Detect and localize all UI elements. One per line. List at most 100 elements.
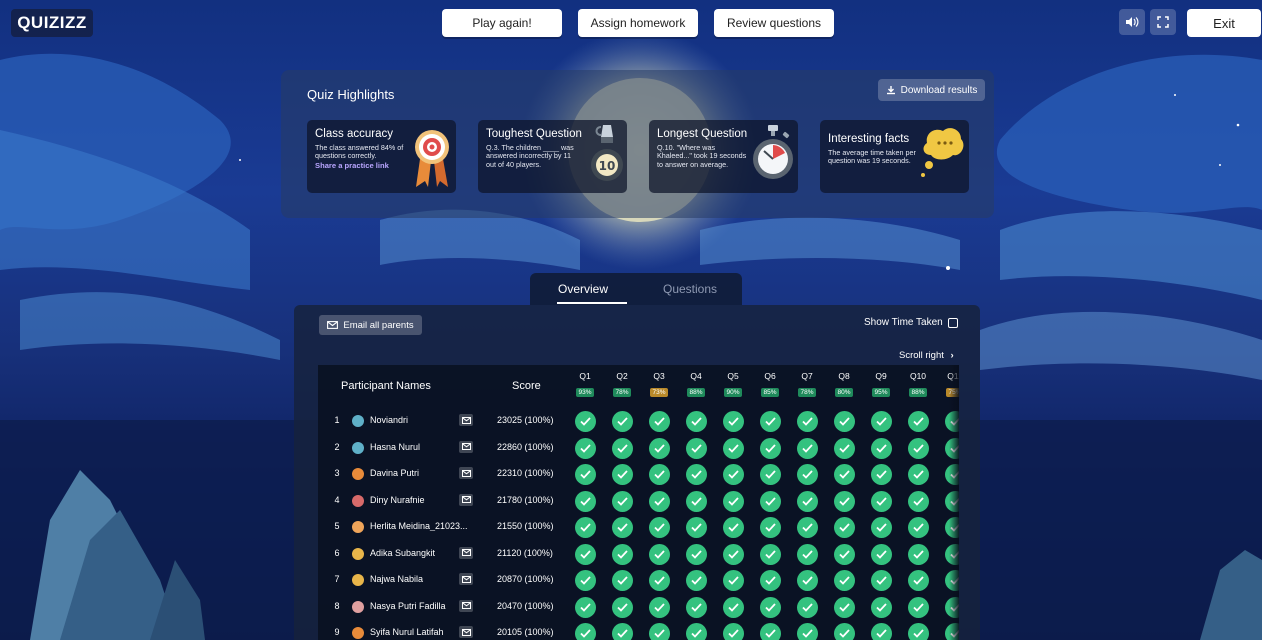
correct-answer-icon[interactable] bbox=[686, 411, 707, 432]
correct-answer-icon[interactable] bbox=[908, 596, 929, 618]
correct-answer-icon[interactable] bbox=[760, 464, 781, 485]
correct-answer-icon[interactable] bbox=[871, 437, 892, 459]
correct-answer-icon[interactable] bbox=[723, 570, 744, 591]
correct-answer-icon[interactable] bbox=[871, 543, 892, 565]
correct-answer-icon[interactable] bbox=[649, 517, 670, 538]
correct-answer-icon[interactable] bbox=[797, 596, 818, 618]
correct-answer-icon[interactable] bbox=[575, 623, 596, 640]
correct-answer-icon[interactable] bbox=[871, 623, 892, 640]
fullscreen-button[interactable] bbox=[1150, 9, 1176, 35]
tab-questions[interactable]: Questions bbox=[663, 282, 717, 296]
correct-answer-icon[interactable] bbox=[871, 490, 892, 512]
correct-answer-icon[interactable] bbox=[649, 623, 670, 640]
question-column-header[interactable]: Q10 88% bbox=[903, 371, 933, 399]
correct-answer-icon[interactable] bbox=[686, 623, 707, 640]
correct-answer-icon[interactable] bbox=[686, 570, 707, 591]
correct-answer-icon[interactable] bbox=[649, 543, 670, 565]
correct-answer-icon[interactable] bbox=[723, 517, 744, 538]
correct-answer-icon[interactable] bbox=[723, 411, 744, 432]
correct-answer-icon[interactable] bbox=[871, 570, 892, 591]
correct-answer-icon[interactable] bbox=[797, 411, 818, 432]
correct-answer-icon[interactable] bbox=[575, 596, 596, 618]
correct-answer-icon[interactable] bbox=[834, 490, 855, 512]
correct-answer-icon[interactable] bbox=[797, 490, 818, 512]
download-results-button[interactable]: Download results bbox=[878, 79, 985, 101]
correct-answer-icon[interactable] bbox=[797, 464, 818, 485]
show-time-taken-toggle[interactable]: Show Time Taken bbox=[864, 317, 958, 328]
correct-answer-icon[interactable] bbox=[760, 437, 781, 459]
email-parent-button[interactable] bbox=[459, 626, 473, 638]
correct-answer-icon[interactable] bbox=[834, 543, 855, 565]
correct-answer-icon[interactable] bbox=[834, 623, 855, 640]
correct-answer-icon[interactable] bbox=[612, 570, 633, 591]
correct-answer-icon[interactable] bbox=[649, 490, 670, 512]
table-row[interactable]: 7 Najwa Nabila 20870 (100%) bbox=[318, 567, 959, 594]
correct-answer-icon[interactable] bbox=[649, 596, 670, 618]
correct-answer-icon[interactable] bbox=[908, 623, 929, 640]
correct-answer-icon[interactable] bbox=[908, 437, 929, 459]
question-column-header[interactable]: Q3 73% bbox=[644, 371, 674, 399]
correct-answer-icon[interactable] bbox=[612, 596, 633, 618]
email-parent-button[interactable] bbox=[459, 573, 473, 585]
table-row[interactable]: 9 Syifa Nurul Latifah 20105 (100%) bbox=[318, 620, 959, 640]
email-parent-button[interactable] bbox=[459, 414, 473, 426]
question-column-header[interactable]: Q8 80% bbox=[829, 371, 859, 399]
participant-name[interactable]: Herlita Meidina_21023... bbox=[370, 521, 480, 531]
correct-answer-icon[interactable] bbox=[723, 596, 744, 618]
correct-answer-icon[interactable] bbox=[834, 570, 855, 591]
correct-answer-icon[interactable] bbox=[871, 411, 892, 432]
question-column-header[interactable]: Q7 78% bbox=[792, 371, 822, 399]
review-questions-button[interactable]: Review questions bbox=[714, 9, 834, 37]
correct-answer-icon[interactable] bbox=[797, 570, 818, 591]
correct-answer-icon[interactable] bbox=[575, 437, 596, 459]
correct-answer-icon[interactable] bbox=[760, 490, 781, 512]
question-column-header[interactable]: Q4 88% bbox=[681, 371, 711, 399]
correct-answer-icon[interactable] bbox=[686, 596, 707, 618]
table-row[interactable]: 5 Herlita Meidina_21023... 21550 (100%) bbox=[318, 514, 959, 541]
correct-answer-icon[interactable] bbox=[612, 437, 633, 459]
exit-button[interactable]: Exit bbox=[1187, 9, 1261, 37]
correct-answer-icon[interactable] bbox=[649, 437, 670, 459]
play-again-button[interactable]: Play again! bbox=[442, 9, 562, 37]
correct-answer-icon[interactable] bbox=[908, 490, 929, 512]
table-row[interactable]: 6 Adika Subangkit 21120 (100%) bbox=[318, 541, 959, 568]
correct-answer-icon[interactable] bbox=[575, 543, 596, 565]
correct-answer-icon[interactable] bbox=[575, 517, 596, 538]
correct-answer-icon[interactable] bbox=[612, 411, 633, 432]
correct-answer-icon[interactable] bbox=[908, 411, 929, 432]
scroll-right-button[interactable]: Scroll right › bbox=[899, 350, 954, 361]
correct-answer-icon[interactable] bbox=[612, 517, 633, 538]
correct-answer-icon[interactable] bbox=[908, 517, 929, 538]
correct-answer-icon[interactable] bbox=[612, 490, 633, 512]
email-all-parents-button[interactable]: Email all parents bbox=[319, 315, 422, 335]
email-parent-button[interactable] bbox=[459, 546, 473, 559]
question-column-header[interactable]: Q1 93% bbox=[570, 371, 600, 399]
correct-answer-icon[interactable] bbox=[834, 437, 855, 459]
correct-answer-icon[interactable] bbox=[612, 464, 633, 485]
correct-answer-icon[interactable] bbox=[760, 543, 781, 565]
correct-answer-icon[interactable] bbox=[797, 437, 818, 459]
volume-button[interactable] bbox=[1119, 9, 1145, 35]
correct-answer-icon[interactable] bbox=[760, 623, 781, 640]
correct-answer-icon[interactable] bbox=[797, 623, 818, 640]
correct-answer-icon[interactable] bbox=[723, 464, 744, 485]
correct-answer-icon[interactable] bbox=[575, 570, 596, 591]
correct-answer-icon[interactable] bbox=[908, 464, 929, 485]
correct-answer-icon[interactable] bbox=[834, 411, 855, 432]
tab-overview[interactable]: Overview bbox=[558, 282, 608, 296]
correct-answer-icon[interactable] bbox=[797, 517, 818, 538]
email-parent-button[interactable] bbox=[459, 440, 473, 453]
correct-answer-icon[interactable] bbox=[686, 517, 707, 538]
correct-answer-icon[interactable] bbox=[760, 517, 781, 538]
correct-answer-icon[interactable] bbox=[649, 570, 670, 591]
question-column-header[interactable]: Q2 78% bbox=[607, 371, 637, 399]
correct-answer-icon[interactable] bbox=[575, 490, 596, 512]
correct-answer-icon[interactable] bbox=[686, 464, 707, 485]
question-column-header[interactable]: Q6 85% bbox=[755, 371, 785, 399]
table-row[interactable]: 1 Noviandri 23025 (100%) bbox=[318, 408, 959, 435]
show-time-taken-checkbox[interactable] bbox=[947, 317, 958, 328]
correct-answer-icon[interactable] bbox=[686, 543, 707, 565]
table-row[interactable]: 3 Davina Putri 22310 (100%) bbox=[318, 461, 959, 488]
correct-answer-icon[interactable] bbox=[834, 464, 855, 485]
correct-answer-icon[interactable] bbox=[834, 596, 855, 618]
